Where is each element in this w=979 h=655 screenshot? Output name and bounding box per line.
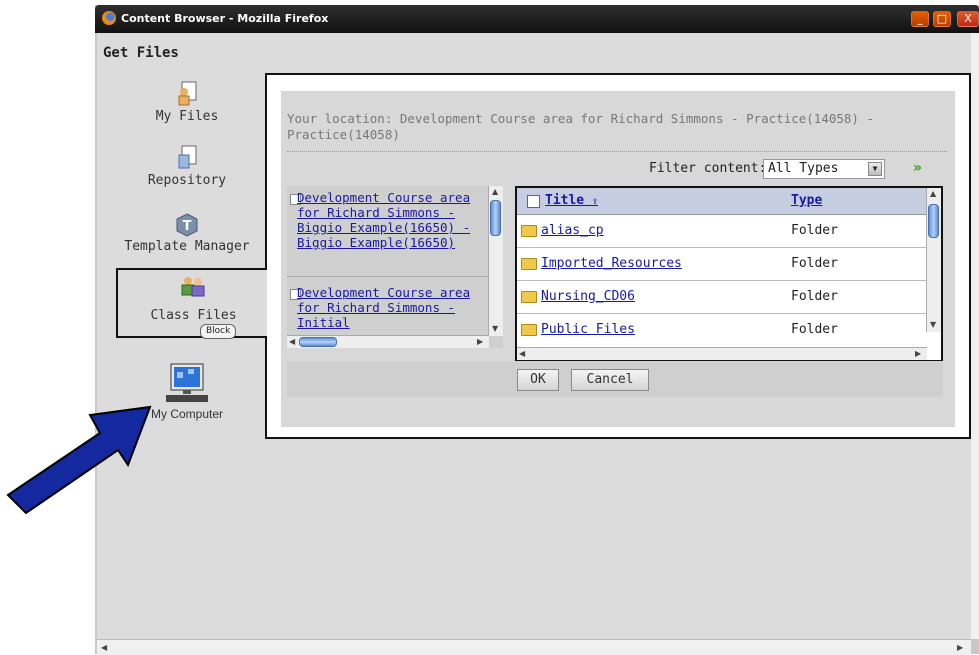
sidebar-item-label: Class Files	[150, 308, 237, 323]
scroll-left-icon[interactable]: ◀	[519, 349, 525, 358]
tree-divider	[287, 276, 489, 277]
scroll-up-icon[interactable]: ▲	[930, 189, 936, 198]
sidebar-item-label: Repository	[147, 173, 227, 188]
chevron-down-icon[interactable]: ▼	[868, 162, 882, 176]
close-button[interactable]: X	[957, 11, 979, 27]
scroll-thumb[interactable]	[490, 200, 501, 236]
row-name-link[interactable]: Nursing_CD06	[541, 289, 635, 304]
browser-window: Content Browser - Mozilla Firefox _ □ X …	[95, 5, 979, 655]
title-bar: Content Browser - Mozilla Firefox _ □ X	[95, 5, 979, 33]
block-badge[interactable]: Block	[200, 324, 237, 339]
button-bar: OK Cancel	[287, 361, 943, 397]
scroll-right-icon[interactable]: ▶	[915, 349, 921, 358]
sidebar-item-template-manager[interactable]: T Template Manager	[112, 213, 262, 254]
file-browser-panel: Your location: Development Course area f…	[265, 73, 971, 439]
table-vertical-scrollbar[interactable]: ▲ ▼	[926, 188, 941, 332]
pointer-arrow-icon	[6, 405, 152, 515]
row-name-link[interactable]: Imported_Resources	[541, 256, 682, 271]
scroll-left-icon[interactable]: ◀	[289, 337, 295, 346]
scroll-down-icon[interactable]: ▼	[492, 324, 498, 333]
folder-icon	[521, 324, 537, 336]
table-row[interactable]: Public Files Folder	[517, 314, 927, 346]
location-text: Your location: Development Course area f…	[287, 111, 874, 142]
scroll-thumb[interactable]	[928, 204, 939, 238]
file-table: Title ⇧ Type alias_cp Folder Imported_Re…	[515, 186, 943, 362]
go-arrow-icon[interactable]: »	[913, 160, 922, 176]
svg-text:T: T	[183, 219, 192, 234]
table-row[interactable]: Nursing_CD06 Folder	[517, 281, 927, 314]
table-row[interactable]: alias_cp Folder	[517, 215, 927, 248]
location-divider	[287, 151, 947, 152]
tree-item[interactable]: Development Course area for Richard Simm…	[297, 285, 483, 330]
title-column-label: Title	[545, 193, 585, 208]
select-all-checkbox[interactable]	[527, 195, 540, 208]
maximize-button[interactable]: □	[933, 11, 951, 27]
class-people-icon	[181, 277, 205, 297]
content-area: Get Files My Files Repository T Template…	[97, 33, 971, 639]
scroll-left-icon[interactable]: ◀	[101, 643, 107, 652]
sidebar-item-label: Template Manager	[124, 239, 250, 254]
person-file-icon	[178, 81, 197, 106]
panel-inner: Your location: Development Course area f…	[281, 91, 955, 427]
sort-up-icon: ⇧	[591, 196, 598, 207]
folder-icon	[521, 291, 537, 303]
sidebar-item-repository[interactable]: Repository	[112, 145, 262, 188]
scroll-up-icon[interactable]: ▲	[492, 187, 498, 196]
row-type: Folder	[791, 223, 838, 238]
window-vertical-scrollbar[interactable]	[971, 33, 979, 639]
filter-select[interactable]: All Types ▼	[763, 159, 885, 179]
minimize-button[interactable]: _	[911, 11, 929, 27]
ok-button[interactable]: OK	[517, 369, 559, 391]
title-column-header[interactable]: Title ⇧	[545, 193, 598, 208]
template-t-icon: T	[176, 213, 198, 237]
scroll-thumb[interactable]	[299, 337, 337, 347]
cancel-button[interactable]: Cancel	[571, 369, 649, 391]
tree-item[interactable]: Development Course area for Richard Simm…	[297, 190, 483, 250]
repository-file-icon	[178, 145, 197, 169]
row-name-link[interactable]: Public Files	[541, 322, 635, 337]
scroll-right-icon[interactable]: ▶	[957, 643, 963, 652]
window-horizontal-scrollbar[interactable]: ◀ ▶	[97, 639, 971, 655]
sidebar-item-label: My Files	[155, 109, 219, 124]
folder-icon	[521, 225, 537, 237]
page-title: Get Files	[103, 45, 179, 61]
firefox-icon	[102, 11, 116, 25]
sidebar-item-class-files[interactable]: Class Files Block	[116, 268, 267, 339]
scroll-down-icon[interactable]: ▼	[930, 320, 936, 329]
folder-icon	[521, 258, 537, 270]
window-title: Content Browser - Mozilla Firefox	[121, 12, 329, 25]
row-name-link[interactable]: alias_cp	[541, 223, 604, 238]
tree-vertical-scrollbar[interactable]: ▲ ▼	[488, 186, 503, 336]
table-header: Title ⇧ Type	[517, 188, 927, 215]
table-row[interactable]: Imported_Resources Folder	[517, 248, 927, 281]
scroll-right-icon[interactable]: ▶	[477, 337, 483, 346]
folder-tree: Development Course area for Richard Simm…	[287, 186, 503, 348]
filter-value: All Types	[768, 161, 839, 176]
table-horizontal-scrollbar[interactable]: ◀ ▶	[517, 347, 927, 360]
row-type: Folder	[791, 256, 838, 271]
sidebar-item-my-files[interactable]: My Files	[112, 81, 262, 124]
filter-label: Filter content:	[649, 161, 767, 176]
tree-horizontal-scrollbar[interactable]: ◀ ▶	[287, 335, 489, 348]
row-type: Folder	[791, 322, 838, 337]
type-column-header[interactable]: Type	[791, 193, 822, 208]
row-type: Folder	[791, 289, 838, 304]
